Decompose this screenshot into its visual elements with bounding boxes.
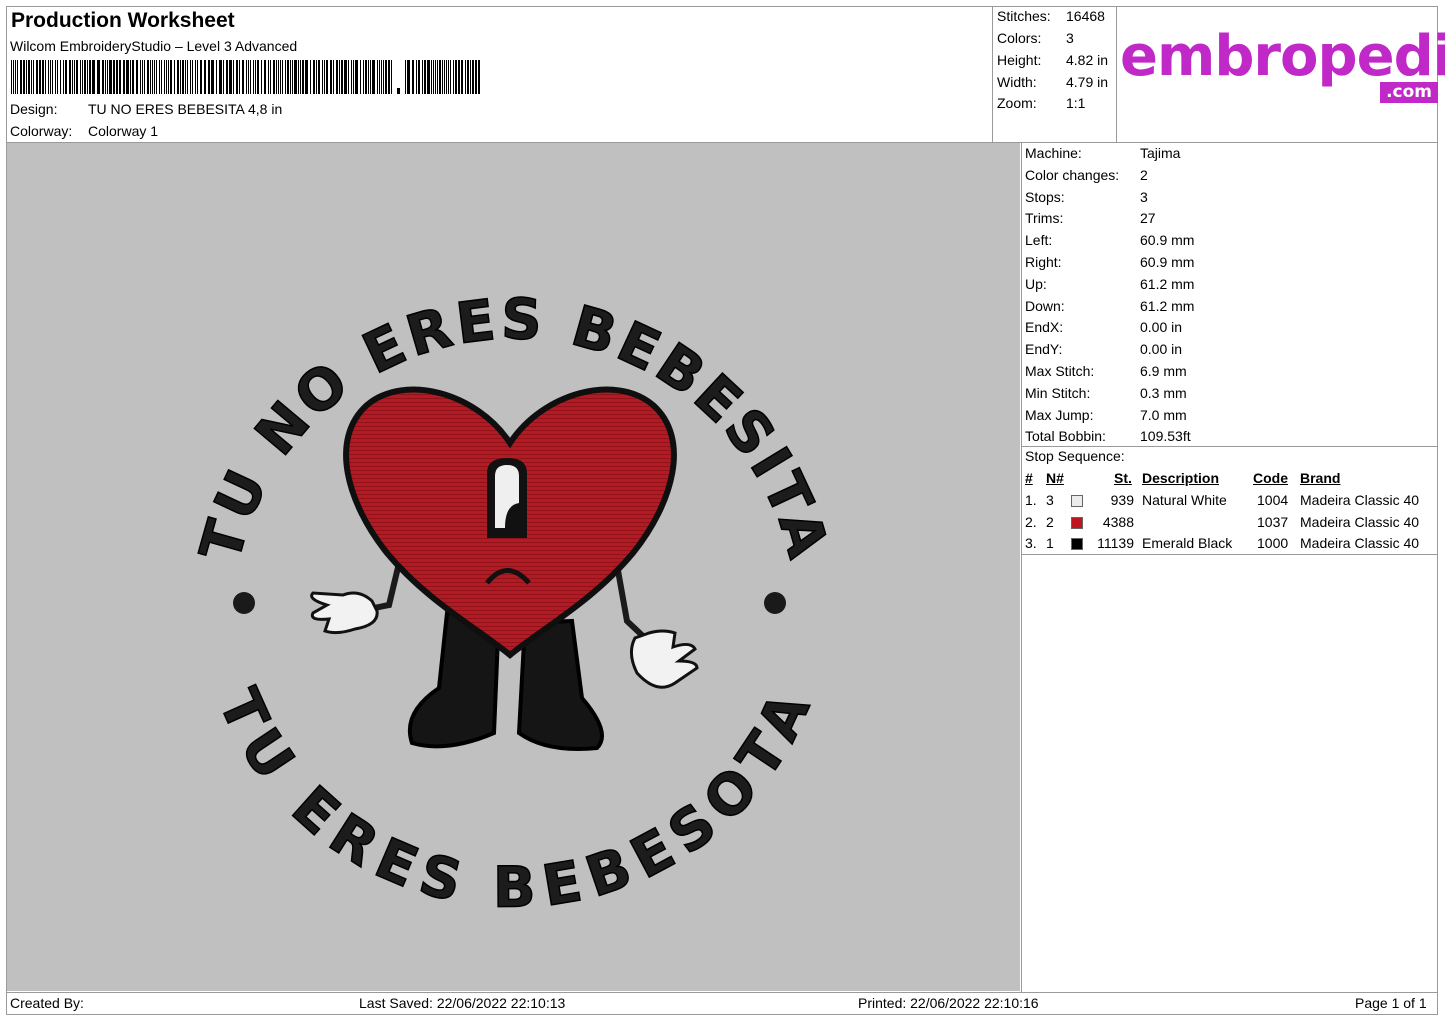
printed-date: Printed: 22/06/2022 22:10:16 — [858, 995, 1039, 1011]
info-label: Machine: — [1025, 145, 1082, 161]
info-value: 60.9 mm — [1140, 232, 1195, 249]
row-needle: 2 — [1046, 513, 1054, 530]
left-hand — [310, 591, 379, 635]
row-num: 1. — [1025, 492, 1037, 508]
stitches-value: 16468 — [1066, 8, 1105, 24]
info-value: 109.53ft — [1140, 428, 1191, 445]
row-needle: 3 — [1046, 492, 1054, 508]
design-value: TU NO ERES BEBESITA 4,8 in — [88, 101, 283, 117]
zoom-value: 1:1 — [1066, 95, 1086, 111]
info-value: 61.2 mm — [1140, 297, 1195, 314]
row-description: Natural White — [1142, 492, 1227, 508]
design-label: Design: — [10, 101, 58, 117]
info-value: 6.9 mm — [1140, 363, 1187, 379]
row-brand: Madeira Classic 40 — [1300, 535, 1420, 551]
row-color-swatch — [1071, 495, 1083, 507]
stops-divider — [1021, 554, 1438, 555]
software-name: Wilcom EmbroideryStudio – Level 3 Advanc… — [10, 38, 298, 54]
info-value: 60.9 mm — [1140, 254, 1195, 270]
page-title: Production Worksheet — [11, 9, 235, 32]
info-value: 61.2 mm — [1140, 275, 1195, 292]
info-label: Up: — [1025, 275, 1047, 292]
footer-divider — [6, 992, 1438, 993]
row-needle: 1 — [1046, 535, 1054, 551]
page-number: Page 1 of 1 — [1355, 995, 1427, 1011]
col-header-description: Description — [1142, 470, 1220, 486]
row-brand: Madeira Classic 40 — [1300, 492, 1420, 508]
row-stitches: 11139 — [1097, 535, 1134, 551]
row-color-swatch — [1071, 538, 1083, 550]
info-value: 0.00 in — [1140, 319, 1183, 336]
col-header-code: Code — [1253, 470, 1288, 486]
col-header-brand: Brand — [1300, 470, 1341, 486]
zoom-label: Zoom: — [997, 95, 1037, 111]
row-code: 1037 — [1257, 513, 1289, 530]
info-divider — [1021, 446, 1438, 447]
info-label: Trims: — [1025, 210, 1064, 227]
info-value: 7.0 mm — [1140, 406, 1187, 423]
stitches-label: Stitches: — [997, 8, 1051, 24]
design-preview: TU NO ERES BEBESITA TU ERES BEBESOTA — [7, 143, 1020, 991]
canvas-divider — [1021, 142, 1022, 992]
row-description: Emerald Black — [1142, 535, 1233, 551]
info-label: EndX: — [1025, 319, 1064, 336]
info-label: Left: — [1025, 232, 1053, 249]
colors-value: 3 — [1066, 30, 1074, 46]
width-label: Width: — [997, 74, 1037, 90]
row-stitches: 939 — [1110, 492, 1134, 508]
info-value: 3 — [1140, 188, 1148, 205]
row-color-swatch — [1071, 516, 1083, 529]
row-code: 1000 — [1257, 535, 1289, 551]
col-header-n: N# — [1046, 470, 1064, 486]
info-value: 2 — [1140, 166, 1148, 183]
info-label: Stops: — [1025, 188, 1065, 205]
col-header-st: St. — [1114, 470, 1132, 486]
info-label: Min Stitch: — [1025, 384, 1091, 401]
info-value: 0.00 in — [1140, 341, 1183, 358]
col-header-num: # — [1025, 470, 1033, 486]
info-label: Color changes: — [1025, 166, 1120, 183]
logo-suffix: .com — [1380, 82, 1438, 103]
logo-wordmark: embropedia — [1120, 24, 1445, 89]
right-hand — [630, 629, 699, 689]
row-num: 2. — [1025, 513, 1037, 530]
info-value: Tajima — [1140, 145, 1181, 161]
info-label: Right: — [1025, 254, 1062, 270]
info-value: 27 — [1140, 210, 1156, 227]
last-saved: Last Saved: 22/06/2022 22:10:13 — [359, 995, 566, 1011]
embroidery-design: TU NO ERES BEBESITA TU ERES BEBESOTA — [188, 286, 838, 921]
row-brand: Madeira Classic 40 — [1300, 513, 1420, 530]
info-label: Max Jump: — [1025, 406, 1094, 423]
width-value: 4.79 in — [1066, 74, 1109, 90]
colorway-label: Colorway: — [10, 123, 73, 139]
info-label: Total Bobbin: — [1025, 428, 1106, 445]
height-label: Height: — [997, 52, 1042, 68]
right-dot — [764, 592, 786, 614]
colors-label: Colors: — [997, 30, 1042, 46]
row-num: 3. — [1025, 535, 1037, 551]
info-label: EndY: — [1025, 341, 1063, 358]
embropedia-logo: embropedia .com — [1118, 24, 1445, 110]
barcode — [11, 60, 480, 94]
header-vdivider-2 — [1116, 6, 1117, 142]
height-value: 4.82 in — [1066, 52, 1109, 68]
created-by: Created By: — [10, 995, 84, 1011]
row-code: 1004 — [1257, 492, 1289, 508]
info-value: 0.3 mm — [1140, 384, 1187, 401]
stop-sequence-title: Stop Sequence: — [1025, 448, 1125, 464]
colorway-value: Colorway 1 — [88, 123, 159, 139]
header-vdivider-1 — [992, 6, 993, 142]
row-stitches: 4388 — [1102, 513, 1134, 530]
info-label: Down: — [1025, 297, 1065, 314]
left-dot — [233, 592, 255, 614]
info-label: Max Stitch: — [1025, 363, 1095, 379]
bottom-arc-text: TU ERES BEBESOTA — [205, 680, 824, 921]
heart-eye — [487, 458, 527, 538]
